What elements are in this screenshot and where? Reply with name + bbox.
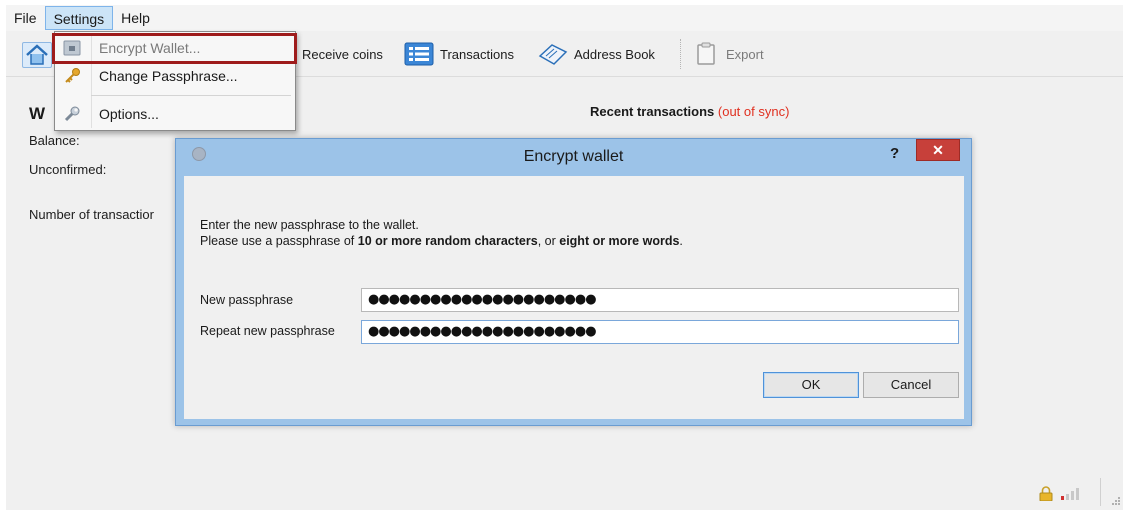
- encrypt-wallet-dialog: Encrypt wallet ? ✕ Enter the new passphr…: [175, 138, 972, 426]
- transactions-button[interactable]: Transactions: [404, 40, 514, 68]
- menu-bar: File Settings Help: [6, 5, 1123, 31]
- advice-text-1: Please use a passphrase of: [200, 234, 358, 248]
- receive-coins-label: Receive coins: [302, 46, 383, 62]
- export-icon: [697, 42, 715, 65]
- address-book-button[interactable]: Address Book: [538, 40, 655, 68]
- resize-grip-icon[interactable]: [1112, 497, 1120, 505]
- dialog-passphrase-advice: Please use a passphrase of 10 or more ra…: [200, 234, 683, 248]
- menu-item-change-passphrase-label: Change Passphrase...: [99, 68, 238, 84]
- receive-coins-button[interactable]: Receive coins: [302, 40, 383, 68]
- cancel-button[interactable]: Cancel: [863, 372, 959, 398]
- wrench-icon: [64, 106, 80, 122]
- home-icon: [26, 44, 48, 65]
- dialog-titlebar[interactable]: Encrypt wallet ? ✕: [176, 139, 971, 175]
- wallet-title: W: [29, 104, 46, 123]
- address-book-label: Address Book: [574, 46, 655, 62]
- network-signal-icon: [1061, 488, 1079, 500]
- export-button[interactable]: Export: [694, 40, 764, 68]
- advice-bold-2: eight or more words: [559, 234, 680, 248]
- new-passphrase-field[interactable]: ●●●●●●●●●●●●●●●●●●●●●●: [361, 288, 959, 312]
- lock-icon: [1039, 486, 1053, 501]
- menu-settings[interactable]: Settings: [44, 6, 114, 30]
- transactions-label: Transactions: [440, 46, 514, 62]
- recent-transactions-heading: Recent transactions (out of sync): [590, 104, 789, 119]
- repeat-passphrase-field[interactable]: ●●●●●●●●●●●●●●●●●●●●●●: [361, 320, 959, 344]
- advice-text-2: , or: [537, 234, 560, 248]
- list-icon: [404, 42, 434, 66]
- out-of-sync-label: (out of sync): [717, 104, 790, 119]
- ok-button[interactable]: OK: [763, 372, 859, 398]
- menu-help[interactable]: Help: [113, 6, 158, 30]
- menu-item-change-passphrase[interactable]: Change Passphrase...: [55, 63, 295, 89]
- key-icon: [65, 68, 80, 83]
- dialog-body: Enter the new passphrase to the wallet. …: [184, 176, 964, 419]
- menu-separator: [91, 95, 291, 96]
- new-passphrase-label: New passphrase: [200, 293, 294, 307]
- address-book-icon: [538, 44, 568, 65]
- dialog-title: Encrypt wallet: [523, 148, 624, 165]
- menu-file[interactable]: File: [6, 6, 45, 30]
- overview-button[interactable]: [22, 42, 52, 68]
- menu-item-options[interactable]: Options...: [55, 101, 295, 127]
- dialog-instruction: Enter the new passphrase to the wallet.: [200, 218, 419, 232]
- repeat-passphrase-label: Repeat new passphrase: [200, 324, 335, 338]
- close-button[interactable]: ✕: [916, 139, 960, 161]
- highlight-annotation-frame: [52, 33, 297, 64]
- export-label: Export: [726, 46, 764, 62]
- status-bar-separator: [1100, 478, 1101, 506]
- unconfirmed-label: Unconfirmed:: [29, 162, 107, 177]
- help-button[interactable]: ?: [890, 145, 899, 162]
- menu-item-options-label: Options...: [99, 106, 159, 122]
- number-of-transactions-label: Number of transactior: [29, 207, 154, 222]
- toolbar-separator: [680, 39, 681, 69]
- advice-text-3: .: [679, 234, 683, 248]
- advice-bold-1: 10 or more random characters: [357, 234, 538, 248]
- recent-transactions-label: Recent transactions: [590, 104, 715, 119]
- balance-label: Balance:: [29, 133, 80, 148]
